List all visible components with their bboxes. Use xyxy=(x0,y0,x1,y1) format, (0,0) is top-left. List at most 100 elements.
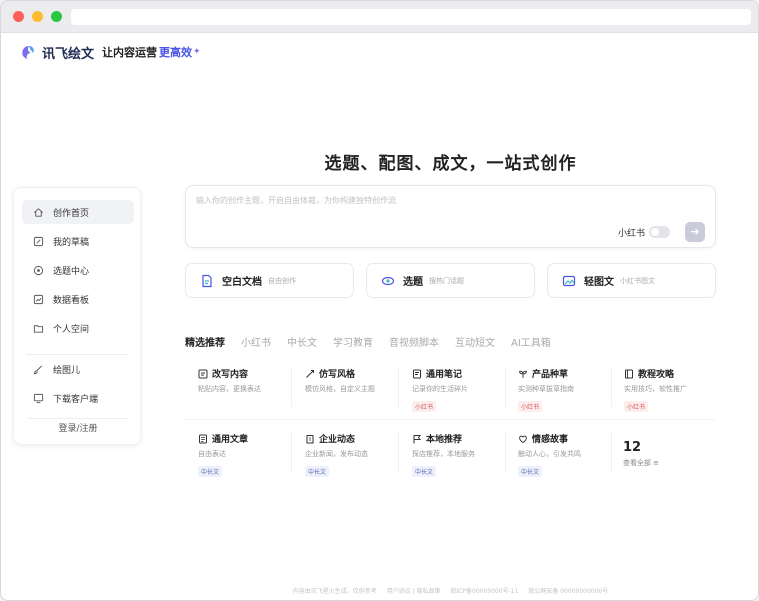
footer-icp[interactable]: 皖ICP备00000000号-11 xyxy=(450,588,518,595)
card-title: 仿写风格 xyxy=(319,370,356,380)
footer-agreement-link[interactable]: 用户协议 | 隐私政策 xyxy=(387,588,441,595)
sidebar-item-label: 选题中心 xyxy=(53,266,90,277)
maximize-window-button[interactable] xyxy=(51,11,62,22)
card-divider xyxy=(291,367,292,407)
card-divider xyxy=(398,367,399,407)
slogan: 让内容运营 xyxy=(102,46,158,59)
brand-name: 讯飞绘文 xyxy=(42,46,95,62)
card-desc: 触动人心，引发共鸣 xyxy=(518,450,581,458)
eye-icon xyxy=(381,274,395,288)
card-desc: 实用技巧，软性推广 xyxy=(624,385,687,393)
sidebar-item-drafts[interactable]: 我的草稿 xyxy=(22,229,134,253)
tab-video-script[interactable]: 音视频脚本 xyxy=(389,334,439,349)
tab-featured[interactable]: 精选推荐 xyxy=(185,334,225,349)
card-tag: 中长文 xyxy=(198,466,223,477)
sidebar-item-drawing[interactable]: 绘图儿 xyxy=(22,357,134,381)
template-card-company[interactable]: 企业动态 企业新闻，发布动态 中长文 xyxy=(305,432,405,477)
building-icon xyxy=(305,434,315,444)
template-card-rewrite[interactable]: 改写内容 粘贴内容，更换表达 xyxy=(198,367,298,407)
arrow-right-icon: ➜ xyxy=(690,225,700,238)
card-title: 本地推荐 xyxy=(426,435,463,445)
sidebar-item-download[interactable]: 下载客户端 xyxy=(22,386,134,410)
sidebar-item-label: 个人空间 xyxy=(53,324,90,335)
template-card-note[interactable]: 通用笔记 记录你的生活碎片 小红书 xyxy=(412,367,512,412)
chart-icon xyxy=(32,293,44,305)
template-count: 12 xyxy=(623,440,642,455)
template-card-tutorial[interactable]: 教程攻略 实用技巧，软性推广 小红书 xyxy=(624,367,724,412)
sidebar-item-label: 下载客户端 xyxy=(53,394,99,405)
template-card-product[interactable]: 产品种草 实测种草拔草指南 小红书 xyxy=(518,367,618,412)
card-divider xyxy=(611,432,612,472)
quick-subtitle: 搜热门话题 xyxy=(429,276,464,285)
app-window: 讯飞绘文 让内容运营 更高效 ✦ 选题、配图、成文，一站式创作 创作首页 我的草… xyxy=(0,0,759,601)
view-all-button[interactable]: 12 查看全部 ≡ xyxy=(623,440,659,468)
quick-topic[interactable]: 选题 搜热门话题 xyxy=(366,263,535,298)
sidebar-item-space[interactable]: 个人空间 xyxy=(22,316,134,340)
folder-icon xyxy=(32,322,44,334)
card-desc: 模仿风格，自定义主题 xyxy=(305,385,375,393)
sidebar-item-label: 创作首页 xyxy=(53,208,90,219)
prompt-placeholder[interactable]: 输入你的创作主题，开启自由体裁，为你构建独特创作流 xyxy=(196,195,396,206)
address-bar[interactable] xyxy=(71,9,751,25)
card-desc: 自由表达 xyxy=(198,450,226,458)
login-register-button[interactable]: 登录/注册 xyxy=(28,418,128,438)
sidebar-item-home[interactable]: 创作首页 xyxy=(22,200,134,224)
flag-icon xyxy=(412,434,422,444)
sprout-icon xyxy=(518,369,528,379)
quick-blank-doc[interactable]: 空白文档 自由创作 xyxy=(185,263,354,298)
xiaohongshu-toggle-label: 小红书 xyxy=(617,229,645,239)
prompt-input-box[interactable]: 输入你的创作主题，开启自由体裁，为你构建独特创作流 小红书 ➜ xyxy=(185,185,716,248)
template-card-story[interactable]: 情感故事 触动人心，引发共鸣 中长文 xyxy=(518,432,618,477)
card-desc: 粘贴内容，更换表达 xyxy=(198,385,261,393)
template-card-local[interactable]: 本地推荐 探店推荐，本地服务 中长文 xyxy=(412,432,512,477)
template-card-imitate[interactable]: 仿写风格 模仿风格，自定义主题 xyxy=(305,367,405,407)
card-tag: 小红书 xyxy=(624,401,649,412)
card-divider xyxy=(505,432,506,472)
card-title: 通用文章 xyxy=(212,435,249,445)
card-title: 情感故事 xyxy=(532,435,569,445)
sidebar-item-label: 数据看板 xyxy=(53,295,90,306)
card-title: 通用笔记 xyxy=(426,370,463,380)
sidebar-divider xyxy=(26,354,128,355)
card-divider xyxy=(505,367,506,407)
sidebar-item-topics[interactable]: 选题中心 xyxy=(22,258,134,282)
tab-long-article[interactable]: 中长文 xyxy=(287,334,317,349)
tab-xiaohongshu[interactable]: 小红书 xyxy=(241,334,271,349)
sidebar-item-dashboard[interactable]: 数据看板 xyxy=(22,287,134,311)
card-tag: 小红书 xyxy=(518,401,543,412)
template-card-article[interactable]: 通用文章 自由表达 中长文 xyxy=(198,432,298,477)
category-tabs: 精选推荐 小红书 中长文 学习教育 音视频脚本 互动短文 AI工具箱 xyxy=(185,333,567,349)
card-title: 教程攻略 xyxy=(638,370,675,380)
card-desc: 探店推荐，本地服务 xyxy=(412,450,475,458)
image-icon xyxy=(562,274,576,288)
sidebar-item-label: 我的草稿 xyxy=(53,237,90,248)
browser-titlebar xyxy=(1,1,758,33)
logo-icon xyxy=(19,43,37,61)
article-icon xyxy=(198,434,208,444)
rewrite-icon xyxy=(198,369,208,379)
close-window-button[interactable] xyxy=(13,11,24,22)
doc-icon xyxy=(200,274,214,288)
xiaohongshu-toggle[interactable] xyxy=(649,226,670,238)
card-title: 产品种草 xyxy=(532,370,569,380)
tab-education[interactable]: 学习教育 xyxy=(333,334,373,349)
tab-interactive[interactable]: 互动短文 xyxy=(455,334,495,349)
card-desc: 实测种草拔草指南 xyxy=(518,385,574,393)
edit-icon xyxy=(32,235,44,247)
note-icon xyxy=(412,369,422,379)
send-button[interactable]: ➜ xyxy=(685,222,705,242)
footer-police[interactable]: 皖公网安备 00000000000号 xyxy=(528,588,608,595)
card-title: 企业动态 xyxy=(319,435,356,445)
minimize-window-button[interactable] xyxy=(32,11,43,22)
quick-light-post[interactable]: 轻图文 小红书图文 xyxy=(547,263,716,298)
hero-title: 选题、配图、成文，一站式创作 xyxy=(324,154,577,174)
quick-title: 轻图文 xyxy=(584,277,614,288)
list-icon: ≡ xyxy=(653,459,659,467)
wand-icon xyxy=(305,369,315,379)
card-desc: 企业新闻，发布动态 xyxy=(305,450,368,458)
tab-ai-tools[interactable]: AI工具箱 xyxy=(511,334,551,349)
footer-disclaimer: 内容由讯飞星火生成，仅供参考 xyxy=(292,588,377,595)
card-divider xyxy=(611,367,612,407)
heart-icon xyxy=(518,434,528,444)
sparkle-icon: ✦ xyxy=(193,47,201,57)
